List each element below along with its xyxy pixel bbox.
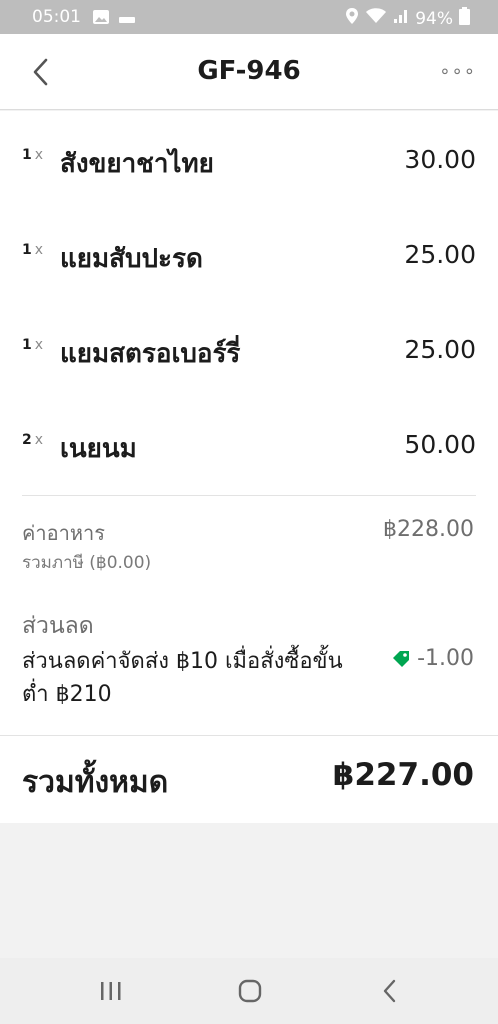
page-title: GF-946 [197,56,301,86]
home-button[interactable] [236,976,264,1006]
item-quantity: 1x [22,147,44,163]
battery-label: 94% [415,8,453,29]
battery-icon [459,7,470,30]
status-right-group: 94% [345,7,470,30]
system-back-button[interactable] [378,976,402,1006]
item-price: 25.00 [404,240,476,269]
item-quantity: 1x [22,242,44,258]
discount-title: ส่วนลด [22,613,94,639]
item-name: แยมสับปะรด [60,244,203,274]
back-icon [383,979,396,1003]
discount-value: -1.00 [417,646,474,671]
item-price: 25.00 [404,335,476,364]
item-name: สังขยาชาไทย [60,149,214,179]
wifi-icon [365,7,387,30]
order-header: GF-946 ∘∘∘ [0,34,498,110]
item-quantity: 2x [22,432,44,448]
status-bar: 05:01 94% [0,0,498,34]
item-name: แยมสตรอเบอร์รี่ [60,339,241,369]
order-item: 1x สังขยาชาไทย 30.00 [22,143,476,193]
location-icon [345,7,359,30]
system-nav-bar [0,958,498,1024]
discount-description: ส่วนลดค่าจัดส่ง ฿10 เมื่อสั่งซื้อขั้นต่ำ… [22,649,343,707]
item-price: 50.00 [404,430,476,459]
order-item: 2x เนยนม 50.00 [22,428,476,478]
food-cost-label: ค่าอาหาร [22,521,106,545]
more-options-button[interactable]: ∘∘∘ [439,61,476,82]
order-item: 1x แยมสับปะรด 25.00 [22,238,476,288]
notification-icon [118,11,136,31]
status-time: 05:01 [32,7,81,27]
total-label: รวมทั้งหมด [22,765,169,800]
item-price: 30.00 [404,145,476,174]
tax-label: รวมภาษี (฿0.00) [22,553,152,573]
more-dots-icon: ∘∘∘ [439,61,476,82]
item-name: เนยนม [60,434,137,464]
home-icon [238,979,262,1003]
recent-apps-icon [101,982,121,1000]
total-value: ฿227.00 [332,757,474,793]
item-quantity: 1x [22,337,44,353]
gallery-icon [92,9,110,30]
order-details: 1x สังขยาชาไทย 30.00 1x แยมสับปะรด 25.00… [0,111,498,823]
signal-icon [393,8,409,29]
food-cost-value: ฿228.00 [383,517,474,542]
discount-amount: -1.00 [391,646,474,671]
divider [0,735,498,736]
recent-apps-button[interactable] [98,976,124,1006]
order-item: 1x แยมสตรอเบอร์รี่ 25.00 [22,333,476,383]
divider [22,495,476,496]
tag-icon [393,650,410,667]
